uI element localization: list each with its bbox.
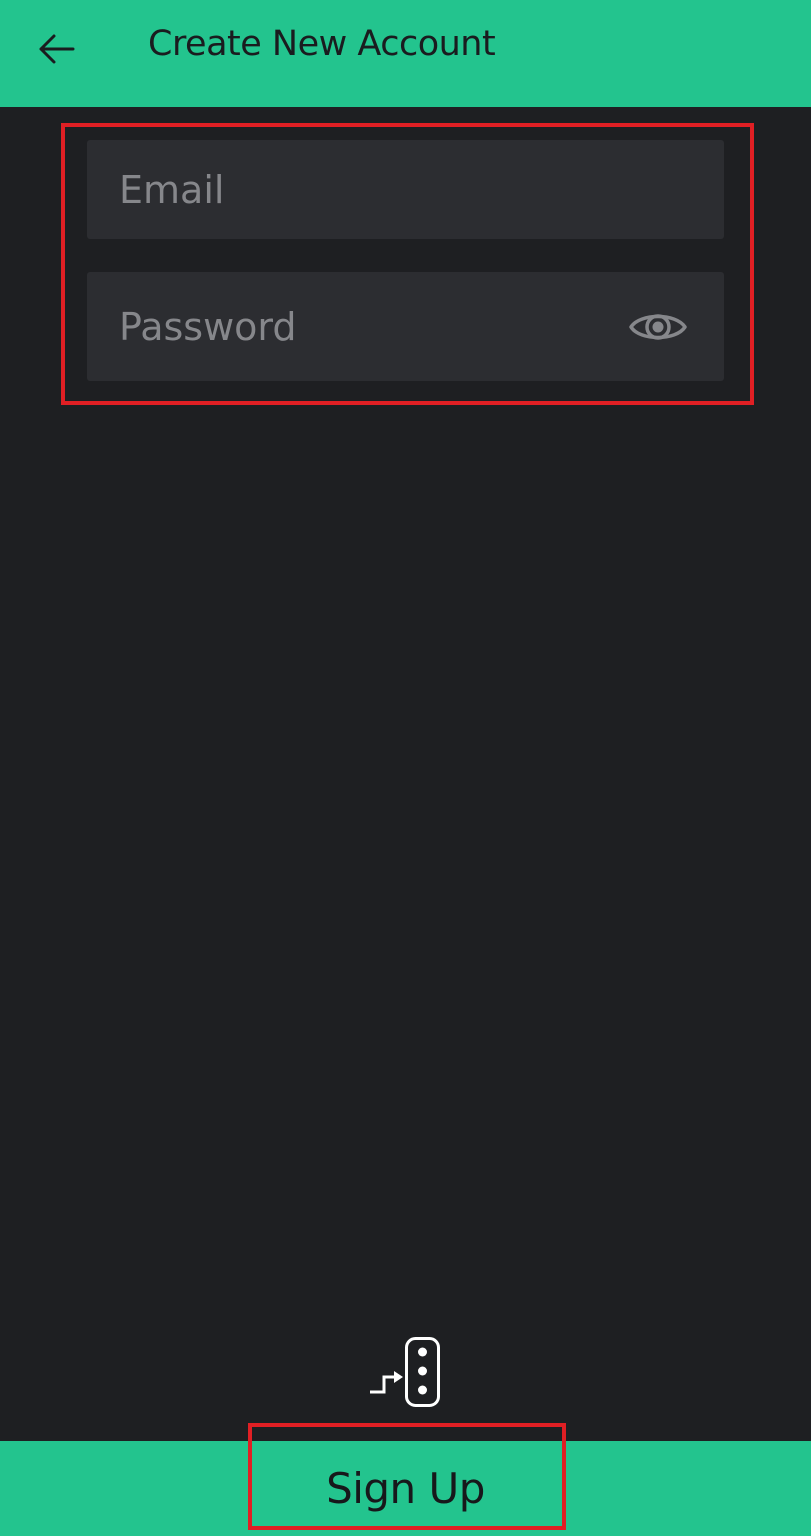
page-title: Create New Account [148, 24, 496, 64]
sign-up-highlight-box [248, 1423, 566, 1530]
arrow-left-icon [39, 34, 75, 64]
form-highlight-box [61, 123, 754, 405]
app-header: Create New Account [0, 0, 811, 107]
app-logo-icon [370, 1337, 440, 1407]
back-button[interactable] [22, 18, 92, 80]
